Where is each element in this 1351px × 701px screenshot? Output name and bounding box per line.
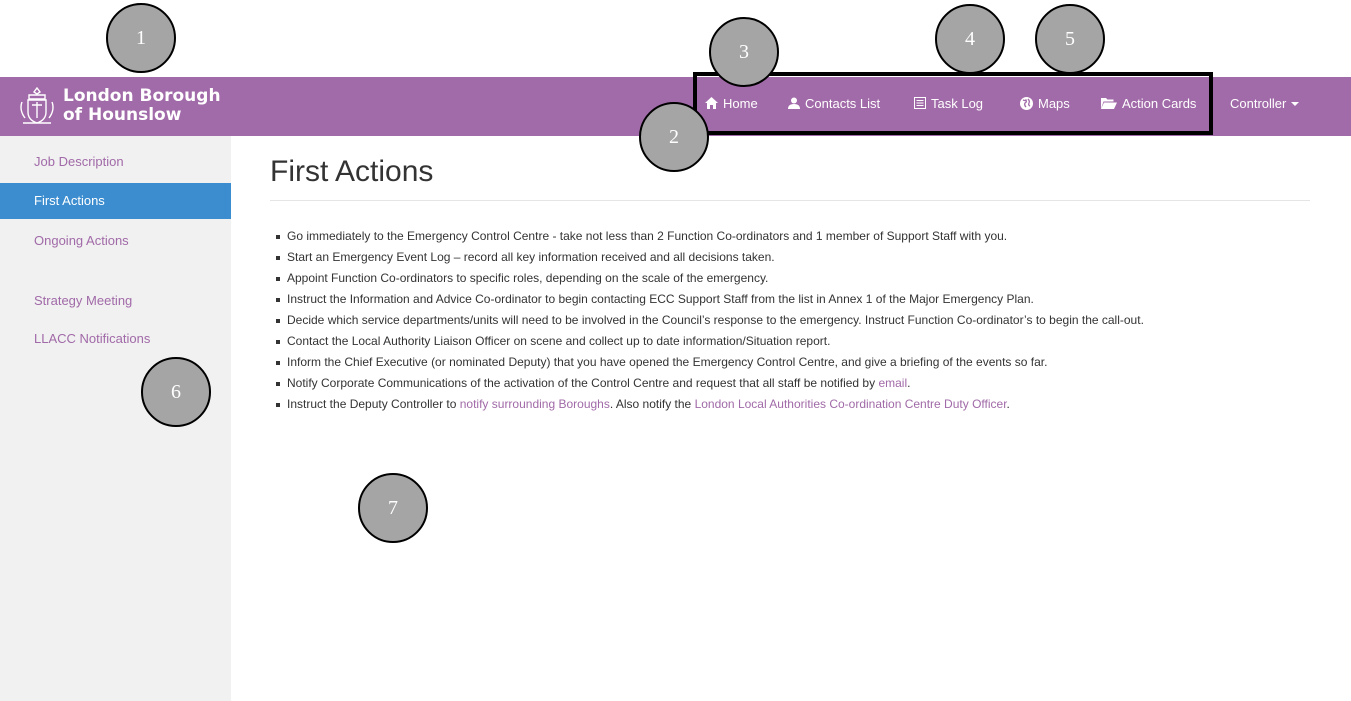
user-menu-dropdown[interactable]: Controller xyxy=(1230,92,1300,114)
email-link[interactable]: email xyxy=(878,376,907,390)
first-actions-list: Go immediately to the Emergency Control … xyxy=(270,226,1144,415)
sidebar-item-first-actions[interactable]: First Actions xyxy=(0,183,231,219)
page-title: First Actions xyxy=(270,155,434,188)
nav-home-label: Home xyxy=(723,95,758,111)
list-item: Instruct the Deputy Controller to notify… xyxy=(270,394,1144,415)
nav-task-log-label: Task Log xyxy=(931,95,984,111)
nav-contacts-list-label: Contacts List xyxy=(805,95,881,111)
sidebar-item-llacc-notifications[interactable]: LLACC Notifications xyxy=(0,321,231,357)
list-item: Contact the Local Authority Liaison Offi… xyxy=(270,331,1144,352)
notify-boroughs-link[interactable]: notify surrounding Boroughs xyxy=(460,397,610,411)
list-item: Inform the Chief Executive (or nominated… xyxy=(270,352,1144,373)
callout-marker: 6 xyxy=(141,357,211,427)
callout-marker: 5 xyxy=(1035,4,1105,74)
borough-crest-icon xyxy=(20,86,54,124)
nav-maps[interactable]: Maps xyxy=(1020,92,1070,114)
callout-marker: 4 xyxy=(935,4,1005,74)
brand-logo-link[interactable]: London Borough of Hounslow xyxy=(17,83,221,129)
list-item: Go immediately to the Emergency Control … xyxy=(270,226,1144,247)
folder-open-icon xyxy=(1101,98,1117,109)
nav-action-cards-label: Action Cards xyxy=(1122,95,1197,111)
sidebar-item-job-description[interactable]: Job Description xyxy=(0,144,231,180)
title-divider xyxy=(270,200,1310,201)
user-menu-label: Controller xyxy=(1230,95,1287,111)
nav-home[interactable]: Home xyxy=(705,92,758,114)
list-item: Instruct the Information and Advice Co-o… xyxy=(270,289,1144,310)
callout-marker: 3 xyxy=(709,17,779,87)
user-icon xyxy=(788,97,800,109)
globe-icon xyxy=(1020,96,1033,110)
home-icon xyxy=(705,97,718,109)
brand-name: London Borough of Hounslow xyxy=(63,86,221,125)
caret-down-icon xyxy=(1291,102,1300,106)
callout-marker: 2 xyxy=(639,102,709,172)
nav-contacts-list[interactable]: Contacts List xyxy=(788,92,880,114)
list-item: Notify Corporate Communications of the a… xyxy=(270,373,1144,394)
callout-marker: 7 xyxy=(358,473,428,543)
list-icon xyxy=(914,97,926,109)
nav-action-cards[interactable]: Action Cards xyxy=(1101,92,1196,114)
sidebar-item-strategy-meeting[interactable]: Strategy Meeting xyxy=(0,283,231,319)
llacc-duty-officer-link[interactable]: London Local Authorities Co-ordination C… xyxy=(695,397,1007,411)
callout-marker: 1 xyxy=(106,3,176,73)
list-item: Start an Emergency Event Log – record al… xyxy=(270,247,1144,268)
list-item: Appoint Function Co-ordinators to specif… xyxy=(270,268,1144,289)
sidebar-item-ongoing-actions[interactable]: Ongoing Actions xyxy=(0,223,231,259)
list-item: Decide which service departments/units w… xyxy=(270,310,1144,331)
nav-task-log[interactable]: Task Log xyxy=(914,92,983,114)
nav-maps-label: Maps xyxy=(1038,95,1070,111)
